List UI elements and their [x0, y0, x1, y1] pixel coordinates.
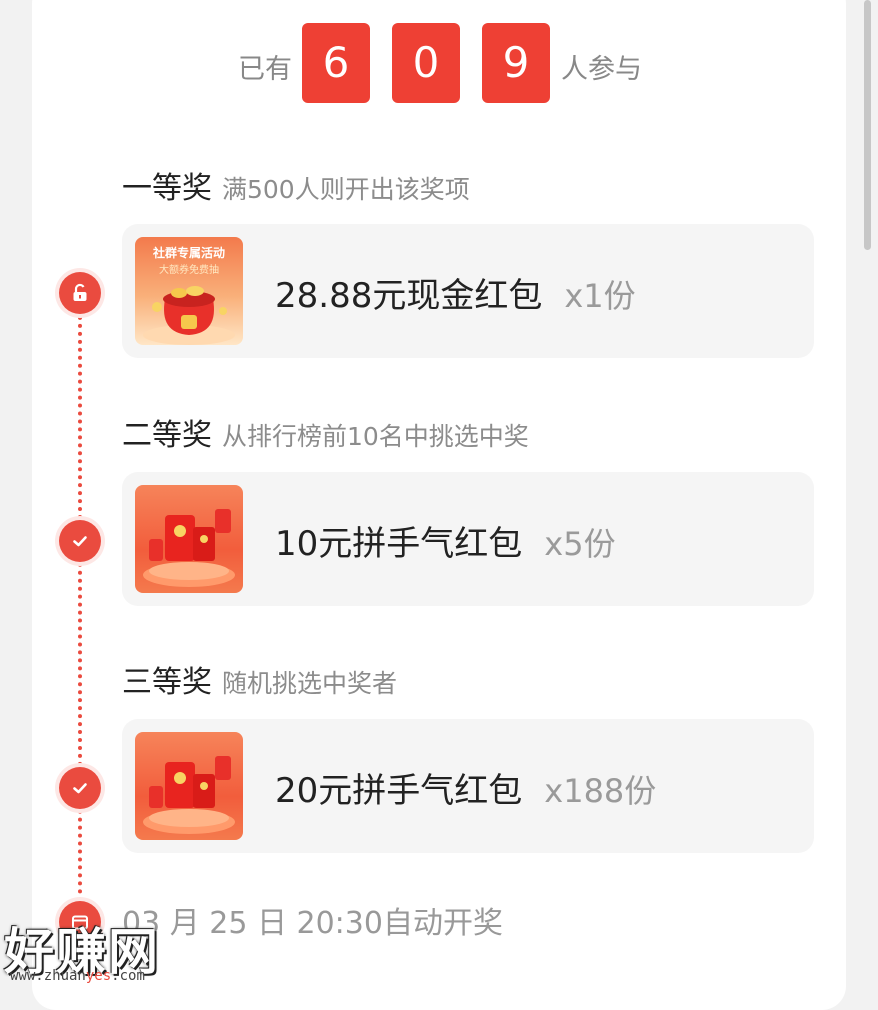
counter-digit: 6: [302, 23, 370, 103]
prize-1-name: 28.88元现金红包: [275, 276, 543, 316]
prize-3-title: 三等奖: [122, 665, 212, 700]
unlock-icon: [73, 283, 87, 301]
prize-1-image: 社群专属活动 大额券免费抽: [135, 237, 243, 345]
counter-suffix: 人参与: [561, 54, 642, 85]
prize-2-image: [135, 485, 243, 593]
counter-digit: 0: [392, 23, 460, 103]
prize-1-header: 一等奖 满500人则开出该奖项: [122, 163, 470, 207]
prize-3-image: [135, 732, 243, 840]
prize-3-name-row: 20元拼手气红包 x188份: [275, 763, 656, 812]
prize-1-item[interactable]: 社群专属活动 大额券免费抽 28.88元现金红包 x1份: [122, 224, 814, 358]
prize-3-item[interactable]: 20元拼手气红包 x188份: [122, 719, 814, 853]
prize-2-condition: 从排行榜前10名中挑选中奖: [222, 422, 529, 451]
prize-1-image-subcaption: 大额券免费抽: [159, 263, 219, 276]
prize-1-condition: 满500人则开出该奖项: [222, 175, 470, 204]
counter-prefix: 已有: [238, 54, 292, 85]
prize-3-quantity: x188份: [544, 772, 657, 810]
prize-2-header: 二等奖 从排行榜前10名中挑选中奖: [122, 410, 529, 454]
prize-2-item[interactable]: 10元拼手气红包 x5份: [122, 472, 814, 606]
prize-3-condition: 随机挑选中奖者: [222, 669, 398, 698]
timeline-node-1: [59, 272, 101, 314]
watermark-url-suffix: .com: [111, 968, 145, 984]
prize-2-title: 二等奖: [122, 418, 212, 453]
watermark-url-highlight: yes: [85, 968, 112, 984]
watermark-url: www.zhuanyes.com: [10, 968, 145, 984]
prize-2-name: 10元拼手气红包: [275, 524, 523, 564]
watermark-url-prefix: www.zhuan: [10, 968, 86, 984]
check-icon: [73, 783, 87, 794]
participant-counter: 已有 6 0 9 人参与: [0, 23, 878, 103]
watermark: 好赚网 www.zhuanyes.com: [4, 912, 190, 990]
prize-1-title: 一等奖: [122, 171, 212, 206]
prize-1-quantity: x1份: [564, 277, 636, 315]
prize-3-name: 20元拼手气红包: [275, 771, 523, 811]
timeline-node-2: [59, 520, 101, 562]
prize-2-quantity: x5份: [544, 525, 616, 563]
check-icon: [73, 536, 87, 547]
prize-1-name-row: 28.88元现金红包 x1份: [275, 268, 636, 317]
counter-digit: 9: [482, 23, 550, 103]
prize-1-image-caption: 社群专属活动: [152, 245, 225, 260]
prize-2-name-row: 10元拼手气红包 x5份: [275, 516, 616, 565]
timeline-line: [78, 300, 82, 910]
timeline-node-3: [59, 767, 101, 809]
prize-3-header: 三等奖 随机挑选中奖者: [122, 657, 397, 701]
